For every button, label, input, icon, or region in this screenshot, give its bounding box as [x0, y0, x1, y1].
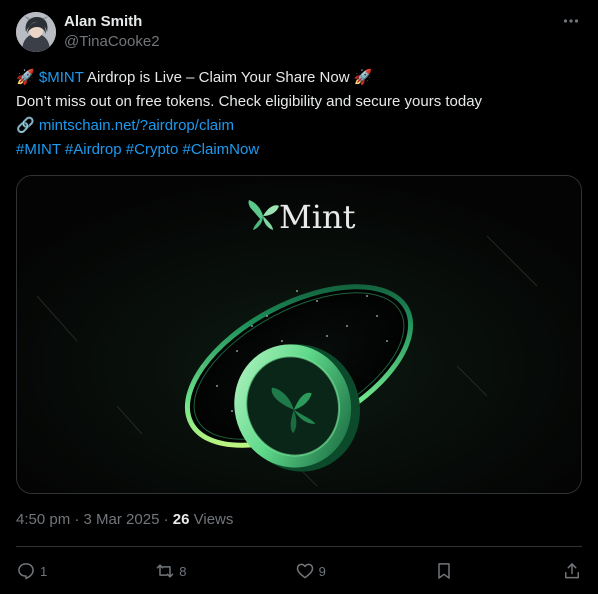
- action-bar: 1 8 9: [16, 558, 582, 584]
- tweet-line-2: Don’t miss out on free tokens. Check eli…: [16, 93, 483, 110]
- tweet-meta: 4:50 pm · 3 Mar 2025 · 26 Views: [16, 511, 233, 528]
- like-count: 9: [318, 563, 326, 579]
- rocket-icon: 🚀: [353, 69, 373, 86]
- more-options-button[interactable]: [562, 12, 580, 35]
- bookmark-button[interactable]: [434, 561, 454, 581]
- author-block[interactable]: Alan Smith @TinaCooke2: [64, 13, 160, 52]
- tweet-line-1-text: Airdrop is Live – Claim Your Share Now: [83, 69, 354, 86]
- reply-count: 1: [40, 563, 48, 579]
- avatar[interactable]: [16, 12, 56, 52]
- author-handle[interactable]: @TinaCooke2: [64, 32, 160, 52]
- views-label: Views: [193, 511, 234, 528]
- tweet-date[interactable]: 3 Mar 2025: [84, 511, 160, 528]
- heart-icon: [296, 563, 313, 579]
- divider: [16, 546, 582, 547]
- brand-text: Mint: [279, 198, 356, 236]
- reply-button[interactable]: 1: [16, 561, 47, 581]
- tweet-text: 🚀 $MINT Airdrop is Live – Claim Your Sha…: [16, 66, 586, 162]
- repost-count: 8: [179, 563, 187, 579]
- link-icon: 🔗: [16, 117, 35, 134]
- meta-separator: ·: [74, 511, 80, 528]
- bookmark-icon: [438, 563, 450, 579]
- tweet: Alan Smith @TinaCooke2 🚀 $MINT Airdrop i…: [0, 0, 598, 594]
- like-button[interactable]: 9: [295, 561, 326, 581]
- tweet-line-3: 🔗 mintschain.net/?airdrop/claim: [16, 114, 586, 138]
- meta-separator: ·: [163, 511, 169, 528]
- rocket-icon: 🚀: [16, 69, 35, 86]
- hashtag-link[interactable]: #Airdrop: [65, 141, 122, 158]
- more-horizontal-icon: [563, 19, 579, 23]
- hashtag-link[interactable]: #ClaimNow: [182, 141, 259, 158]
- cashtag-link[interactable]: $MINT: [39, 69, 84, 86]
- share-icon: [564, 563, 579, 579]
- views-count: 26: [172, 511, 190, 528]
- author-name[interactable]: Alan Smith: [64, 13, 160, 31]
- tweet-line-1: 🚀 $MINT Airdrop is Live – Claim Your Sha…: [16, 66, 586, 90]
- mint-promo-image: Mint: [17, 176, 581, 493]
- repost-icon: [157, 564, 174, 578]
- url-link[interactable]: mintschain.net/?airdrop/claim: [39, 117, 234, 134]
- repost-button[interactable]: 8: [155, 561, 187, 581]
- share-button[interactable]: [562, 561, 582, 581]
- hashtag-link[interactable]: #MINT: [16, 141, 61, 158]
- tweet-time[interactable]: 4:50 pm: [16, 511, 70, 528]
- media-image[interactable]: Mint: [16, 175, 582, 494]
- hashtags: #MINT #Airdrop #Crypto #ClaimNow: [16, 138, 586, 162]
- avatar-image: [16, 12, 56, 52]
- hashtag-link[interactable]: #Crypto: [126, 141, 179, 158]
- reply-icon: [18, 563, 34, 580]
